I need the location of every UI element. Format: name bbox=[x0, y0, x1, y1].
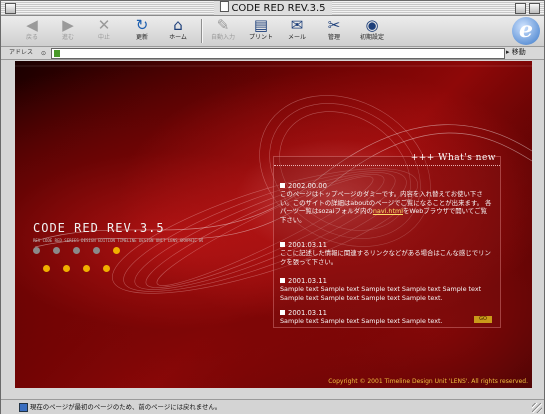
address-bar: アドレス ⊙ ▸ 移動 bbox=[1, 47, 544, 60]
home-button[interactable]: ⌂ ホーム bbox=[161, 17, 195, 45]
print-label: プリント bbox=[248, 34, 273, 41]
news-text: Sample text Sample text Sample text Samp… bbox=[280, 317, 443, 326]
forward-label: 進む bbox=[61, 34, 74, 41]
manage-label: 管理 bbox=[327, 34, 340, 41]
bullet-square-icon bbox=[280, 278, 285, 283]
back-arrow-icon: ◀ bbox=[26, 16, 38, 34]
document-icon bbox=[219, 1, 229, 12]
forward-arrow-icon: ▶ bbox=[62, 16, 74, 34]
print-button[interactable]: ▤ プリント bbox=[244, 17, 278, 45]
news-item: 2001.03.11 Sample text Sample text Sampl… bbox=[280, 309, 492, 326]
back-button[interactable]: ◀ 戻る bbox=[15, 17, 49, 45]
news-text: Sample text Sample text Sample text Samp… bbox=[280, 285, 482, 302]
news-date-row: 2001.03.11 bbox=[280, 309, 492, 317]
window-title-text: CODE RED REV.3.5 bbox=[231, 3, 326, 14]
autofill-icon: ✎ bbox=[216, 16, 230, 34]
gold-dot bbox=[103, 265, 110, 272]
autofill-label: 自動入力 bbox=[210, 34, 235, 41]
collapse-box-icon[interactable] bbox=[529, 3, 540, 14]
bullet-square-icon bbox=[280, 183, 285, 188]
ie-logo-icon: e bbox=[512, 17, 540, 45]
status-text: 現在のページが最初のページのため、前のページには戻れません。 bbox=[30, 403, 222, 411]
preferences-button[interactable]: ◉ 初期設定 bbox=[355, 17, 389, 45]
news-date: 2001.03.11 bbox=[288, 277, 327, 285]
mail-icon: ✉ bbox=[290, 16, 304, 34]
printer-icon: ▤ bbox=[253, 16, 269, 34]
stop-button[interactable]: ✕ 中止 bbox=[87, 17, 121, 45]
bullet-square-icon bbox=[280, 242, 285, 247]
page-viewport[interactable]: CODE RED REV.3.5 REV CODE RED SERIES DES… bbox=[15, 61, 532, 388]
stop-icon: ✕ bbox=[97, 16, 111, 34]
news-item: 2002.00.00 このページはトップページのダミーです。内容を入れ替えてお使… bbox=[280, 182, 492, 224]
copyright-text: Copyright © 2001 Timeline Design Unit 'L… bbox=[328, 378, 528, 385]
go-label: 移動 bbox=[511, 48, 526, 56]
close-box-icon[interactable] bbox=[5, 3, 16, 14]
refresh-icon: ↻ bbox=[135, 16, 149, 34]
panel-divider bbox=[274, 165, 500, 166]
news-item: 2001.03.11 ここに記述した情報に関連するリンクなどがある場合はこんな感… bbox=[280, 241, 492, 266]
whats-new-panel: +++ What's new 2002.00.00 このページはトップページのダ… bbox=[273, 153, 501, 328]
preferences-label: 初期設定 bbox=[359, 34, 384, 41]
preferences-icon: ◉ bbox=[365, 16, 379, 34]
news-link[interactable]: navi.html bbox=[373, 207, 403, 215]
status-icon bbox=[19, 403, 28, 412]
gold-dot bbox=[113, 247, 120, 254]
address-dropdown-icon[interactable]: ⊙ bbox=[41, 50, 46, 57]
news-date-row: 2001.03.11 bbox=[280, 277, 492, 285]
home-icon: ⌂ bbox=[173, 16, 183, 34]
grey-dot bbox=[73, 247, 80, 254]
news-date: 2001.03.11 bbox=[288, 309, 327, 317]
bullet-square-icon bbox=[280, 310, 285, 315]
toolbar: ◀ 戻る ▶ 進む ✕ 中止 ↻ 更新 ⌂ ホーム ✎ 自動入力 ▤ プリント ✉ メール ✂ 管… bbox=[1, 16, 544, 47]
go-button[interactable]: ▸ 移動 bbox=[506, 47, 540, 58]
grey-dot bbox=[33, 247, 40, 254]
forward-button[interactable]: ▶ 進む bbox=[51, 17, 85, 45]
news-date: 2001.03.11 bbox=[288, 241, 327, 249]
title-bar[interactable]: CODE RED REV.3.5 bbox=[1, 1, 544, 16]
news-date: 2002.00.00 bbox=[288, 182, 327, 190]
autofill-button[interactable]: ✎ 自動入力 bbox=[206, 17, 240, 45]
refresh-button[interactable]: ↻ 更新 bbox=[125, 17, 159, 45]
gold-dot bbox=[63, 265, 70, 272]
gold-dot bbox=[43, 265, 50, 272]
address-label: アドレス bbox=[9, 49, 34, 56]
back-label: 戻る bbox=[25, 34, 38, 41]
go-badge-button[interactable]: GO bbox=[474, 316, 492, 323]
status-bar: 現在のページが最初のページのため、前のページには戻れません。 bbox=[1, 399, 544, 414]
home-label: ホーム bbox=[169, 34, 187, 41]
refresh-label: 更新 bbox=[135, 34, 148, 41]
window-title: CODE RED REV.3.5 bbox=[213, 1, 332, 15]
news-item: 2001.03.11 Sample text Sample text Sampl… bbox=[280, 277, 492, 302]
logo-title: CODE RED REV.3.5 bbox=[33, 221, 165, 235]
mail-label: メール bbox=[287, 34, 306, 41]
toolbar-separator bbox=[201, 19, 203, 43]
tools-icon: ✂ bbox=[327, 16, 341, 34]
zoom-box-icon[interactable] bbox=[515, 3, 526, 14]
news-text: ここに記述した情報に関連するリンクなどがある場合はこんな感じでリンクを張って下さ… bbox=[280, 249, 491, 266]
gold-dot bbox=[83, 265, 90, 272]
resize-grip-icon[interactable] bbox=[532, 403, 542, 413]
whats-new-heading: +++ What's new bbox=[410, 153, 496, 163]
mail-button[interactable]: ✉ メール bbox=[280, 17, 314, 45]
logo-tagline: REV CODE RED SERIES DESIGN EDITION TIMEL… bbox=[33, 238, 203, 243]
page-icon bbox=[54, 50, 60, 57]
grey-dot bbox=[93, 247, 100, 254]
manage-button[interactable]: ✂ 管理 bbox=[317, 17, 351, 45]
stop-label: 中止 bbox=[97, 34, 110, 41]
browser-window: CODE RED REV.3.5 ◀ 戻る ▶ 進む ✕ 中止 ↻ 更新 ⌂ ホーム ✎ 自… bbox=[0, 0, 545, 414]
grey-dot bbox=[53, 247, 60, 254]
address-input[interactable] bbox=[51, 48, 505, 59]
